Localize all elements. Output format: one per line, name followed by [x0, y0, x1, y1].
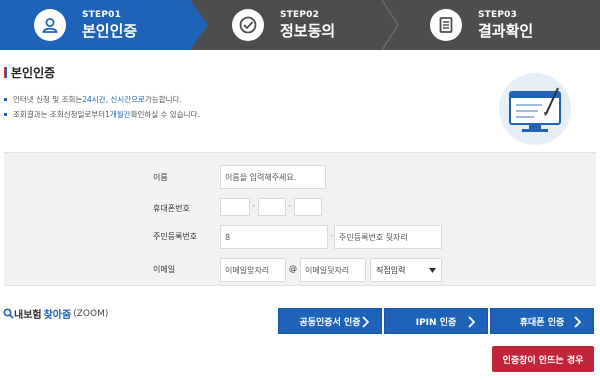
email-select-value: 직접입력	[376, 265, 406, 275]
bullet-icon	[4, 98, 7, 101]
user-icon	[34, 9, 66, 41]
zoom-prefix: 내보험	[14, 310, 42, 321]
email-domain-input[interactable]: 이메일뒷자리	[300, 258, 366, 282]
rrn-front-input[interactable]: 8	[220, 225, 328, 249]
certificate-auth-button[interactable]: 공동인증서 인증	[278, 308, 382, 334]
step-separator	[381, 0, 399, 50]
rrn-label: 주민등록번호	[153, 232, 198, 241]
chevron-right-icon	[362, 316, 369, 328]
phone-input-3[interactable]	[294, 198, 322, 216]
phone-input-1[interactable]	[220, 198, 250, 216]
notice-item: 인터넷 신청 및 조회는 24시간, 신시간으로 가능합니다.	[4, 92, 200, 107]
phone-separator: -	[288, 201, 291, 210]
phone-input-2[interactable]	[258, 198, 286, 216]
chevron-down-icon	[429, 267, 436, 273]
step-2-title: 정보동의	[280, 22, 336, 40]
zoom-suffix: (ZOOM)	[73, 308, 109, 319]
document-icon	[430, 9, 462, 41]
step-3-title: 결과확인	[478, 22, 534, 40]
email-domain-select[interactable]: 직접입력	[370, 258, 442, 282]
step-progress-bar: STEP01 본인인증 STEP02 정보동의 STEP03 결과확인	[0, 0, 600, 50]
name-input[interactable]: 이름을 입력해주세요.	[220, 165, 326, 189]
step-1-number: STEP01	[82, 10, 122, 20]
phone-auth-button[interactable]: 휴대폰 인증	[490, 308, 594, 334]
name-label: 이름	[153, 173, 168, 182]
email-local-input[interactable]: 이메일앞자리	[220, 258, 286, 282]
bullet-icon	[4, 113, 7, 116]
notice-list: 인터넷 신청 및 조회는 24시간, 신시간으로 가능합니다. 조회결과는 조회…	[4, 92, 200, 122]
identity-form: 이름 이름을 입력해주세요. 휴대폰번호 - - 주민등록번호 8 - 주민등록…	[4, 152, 596, 286]
ipin-auth-button[interactable]: IPIN 인증	[384, 308, 488, 334]
monitor-illustration-icon	[499, 73, 571, 145]
rrn-back-input[interactable]: 주민등록번호 뒷자리	[334, 225, 442, 249]
step-3: STEP03 결과확인	[430, 0, 533, 50]
chevron-right-icon	[468, 316, 475, 328]
step-1: STEP01 본인인증	[34, 0, 137, 50]
search-icon	[3, 308, 14, 319]
email-at-sign: @	[289, 264, 297, 273]
zoom-strong: 찾아줌	[43, 310, 72, 321]
section-heading: 본인인증	[4, 64, 55, 81]
step-1-title: 본인인증	[82, 22, 138, 40]
check-circle-icon	[232, 9, 264, 41]
title-marker	[4, 67, 7, 78]
section-title: 본인인증	[11, 66, 56, 80]
phone-separator: -	[252, 201, 255, 210]
step-2-number: STEP02	[280, 10, 320, 20]
chevron-right-icon	[574, 316, 581, 328]
rrn-separator: -	[330, 231, 333, 240]
popup-help-button[interactable]: 인증창이 안뜨는 경우	[492, 346, 594, 372]
email-label: 이메일	[153, 265, 176, 274]
step-2: STEP02 정보동의	[232, 0, 335, 50]
notice-item: 조회결과는 조회신청일로부터 1개월간 확인하실 수 있습니다.	[4, 107, 200, 122]
phone-label: 휴대폰번호	[153, 204, 190, 213]
step-3-number: STEP03	[478, 10, 518, 20]
zoom-link[interactable]: 내보험 찾아줌 (ZOOM)	[3, 306, 108, 321]
